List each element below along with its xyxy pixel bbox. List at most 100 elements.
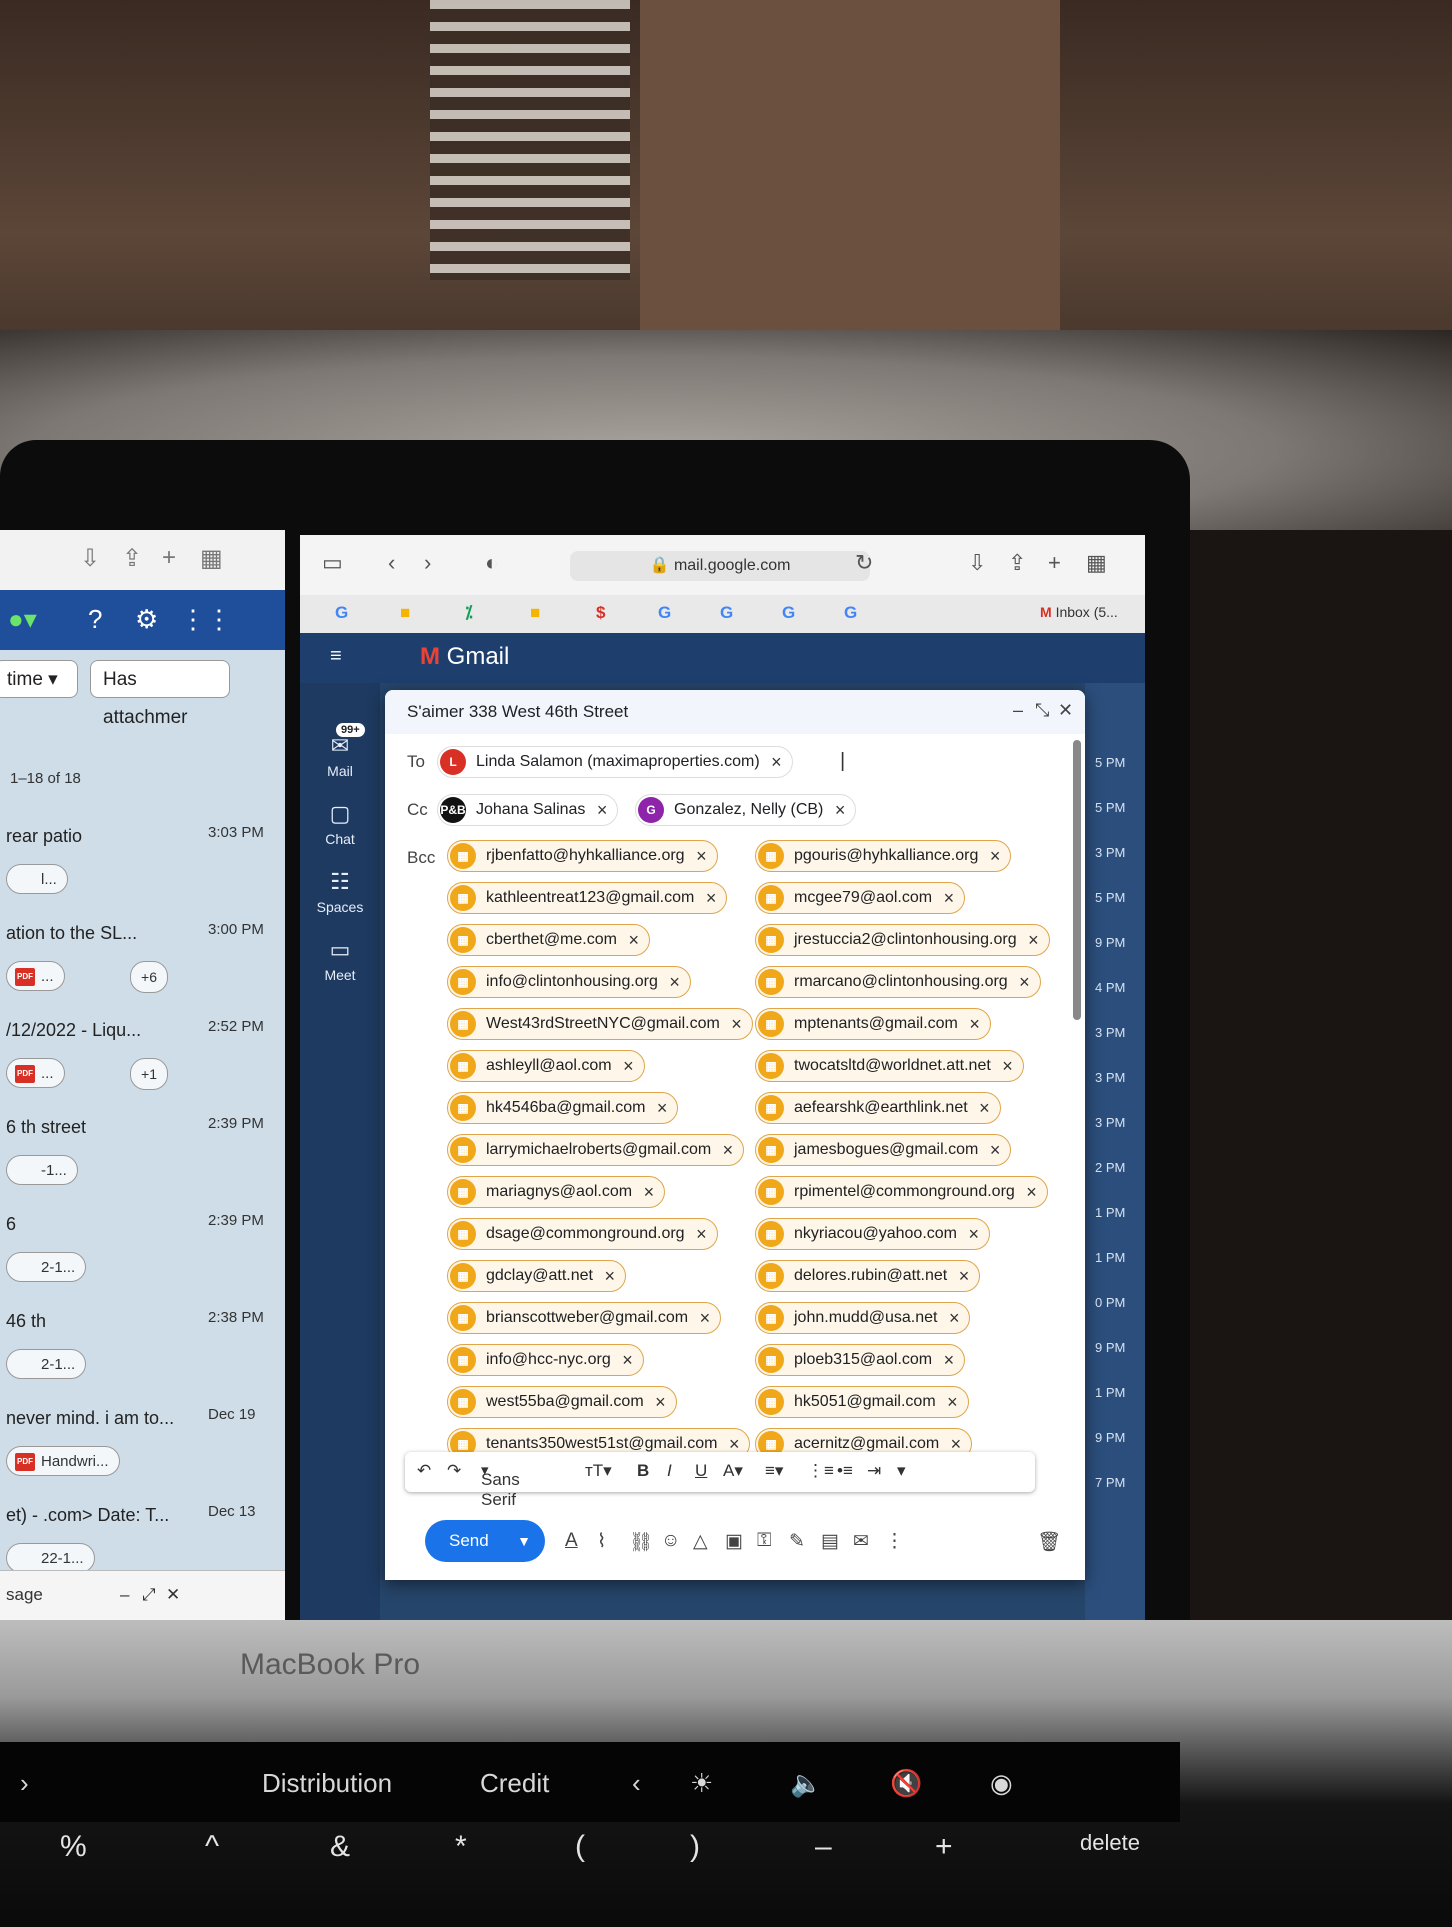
- keyboard-key[interactable]: delete: [1080, 1830, 1140, 1856]
- bookmark-tab-icon[interactable]: ⁒: [465, 603, 473, 623]
- redo-icon[interactable]: ↷: [447, 1461, 461, 1481]
- forward-icon[interactable]: ›: [424, 550, 431, 576]
- bulleted-list-icon[interactable]: •≡: [837, 1461, 853, 1481]
- remove-recipient-icon[interactable]: ×: [949, 1303, 960, 1333]
- recipient-chip[interactable]: ▦ mariagnys@aol.com ×: [447, 1176, 666, 1208]
- siri-icon[interactable]: ◉: [990, 1768, 1013, 1799]
- close-icon[interactable]: ✕: [166, 1585, 180, 1605]
- remove-recipient-icon[interactable]: ×: [969, 1009, 980, 1039]
- formatting-toggle-icon[interactable]: A: [565, 1530, 578, 1552]
- keyboard-key[interactable]: %: [60, 1830, 87, 1864]
- italic-icon[interactable]: I: [667, 1461, 672, 1481]
- sidebar-icon[interactable]: ▭: [322, 550, 343, 576]
- settings-icon[interactable]: ⚙: [135, 604, 158, 635]
- recipient-chip[interactable]: ▦ rpimentel@commonground.org ×: [755, 1176, 1048, 1208]
- remove-recipient-icon[interactable]: ×: [696, 1219, 707, 1249]
- attachment-pill[interactable]: PDF...: [6, 1058, 65, 1088]
- recipient-chip[interactable]: ▦ john.mudd@usa.net ×: [755, 1302, 971, 1334]
- font-size-icon[interactable]: тT▾: [585, 1461, 612, 1481]
- rail-chat[interactable]: ▢ Chat: [308, 801, 372, 847]
- download-icon[interactable]: ⇩: [80, 544, 100, 573]
- recipient-chip[interactable]: P&B Johana Salinas ×: [437, 794, 619, 826]
- remove-recipient-icon[interactable]: ×: [771, 747, 782, 777]
- remove-recipient-icon[interactable]: ×: [944, 883, 955, 913]
- remove-recipient-icon[interactable]: ×: [597, 795, 608, 825]
- download-icon[interactable]: ⇩: [968, 550, 986, 576]
- remove-recipient-icon[interactable]: ×: [623, 1051, 634, 1081]
- exit-fullscreen-icon[interactable]: ⤡: [1035, 700, 1049, 721]
- folder-tab-icon[interactable]: ■: [400, 603, 410, 623]
- remove-recipient-icon[interactable]: ×: [959, 1261, 970, 1291]
- remove-recipient-icon[interactable]: ×: [644, 1177, 655, 1207]
- remove-recipient-icon[interactable]: ×: [655, 1387, 666, 1417]
- emoji-icon[interactable]: ☺: [661, 1530, 680, 1552]
- compose-scrollbar[interactable]: [1073, 740, 1081, 1020]
- recipient-chip[interactable]: ▦ hk5051@gmail.com ×: [755, 1386, 969, 1418]
- google-tab-icon[interactable]: G: [335, 603, 348, 623]
- remove-recipient-icon[interactable]: ×: [657, 1093, 668, 1123]
- list-item[interactable]: rear patio 3:03 PM l...: [0, 820, 285, 916]
- rail-meet[interactable]: ▭ Meet: [308, 937, 372, 983]
- schedule-mail-icon[interactable]: ✉: [853, 1530, 869, 1553]
- status-dot-icon[interactable]: ●▾: [8, 604, 37, 635]
- underline-icon[interactable]: U: [695, 1461, 707, 1481]
- recipient-chip[interactable]: ▦ jrestuccia2@clintonhousing.org ×: [755, 924, 1050, 956]
- minimize-icon[interactable]: –: [120, 1585, 129, 1605]
- recipient-chip[interactable]: ▦ twocatsltd@worldnet.att.net ×: [755, 1050, 1024, 1082]
- recipient-chip[interactable]: ▦ ashleyll@aol.com ×: [447, 1050, 645, 1082]
- keyboard-key[interactable]: *: [455, 1830, 467, 1864]
- recipient-chip[interactable]: ▦ aefearshk@earthlink.net ×: [755, 1092, 1001, 1124]
- recipient-chip[interactable]: ▦ pgouris@hyhkalliance.org ×: [755, 840, 1012, 872]
- recipient-chip[interactable]: ▦ West43rdStreetNYC@gmail.com ×: [447, 1008, 753, 1040]
- keyboard-key[interactable]: ^: [205, 1830, 219, 1864]
- align-icon[interactable]: ≡▾: [765, 1461, 783, 1481]
- recipient-chip[interactable]: G Gonzalez, Nelly (CB) ×: [635, 794, 857, 826]
- volume-icon[interactable]: 🔈: [790, 1768, 822, 1799]
- touchbar-forward-icon[interactable]: ›: [20, 1768, 29, 1799]
- apps-grid-icon[interactable]: ⋮⋮: [180, 604, 232, 635]
- remove-recipient-icon[interactable]: ×: [723, 1135, 734, 1165]
- dollar-tab-icon[interactable]: $: [596, 603, 605, 623]
- recipient-chip[interactable]: ▦ cberthet@me.com ×: [447, 924, 650, 956]
- remove-recipient-icon[interactable]: ×: [731, 1009, 742, 1039]
- indent-icon[interactable]: ⇥: [867, 1461, 881, 1481]
- text-color-icon[interactable]: A▾: [723, 1461, 743, 1481]
- recipient-chip[interactable]: ▦ delores.rubin@att.net ×: [755, 1260, 981, 1292]
- numbered-list-icon[interactable]: ⋮≡: [807, 1461, 834, 1481]
- trash-icon[interactable]: 🗑: [1037, 1530, 1061, 1554]
- list-item[interactable]: ation to the SL... 3:00 PM PDF... +6: [0, 917, 285, 1013]
- more-attachments-badge[interactable]: +1: [130, 1058, 168, 1090]
- share-icon[interactable]: ⇪: [1008, 550, 1026, 576]
- remove-recipient-icon[interactable]: ×: [1026, 1177, 1037, 1207]
- recipient-chip[interactable]: ▦ west55ba@gmail.com ×: [447, 1386, 677, 1418]
- address-bar[interactable]: 🔒 mail.google.com: [570, 551, 870, 581]
- link-icon[interactable]: ⛓: [629, 1530, 653, 1554]
- minimize-icon[interactable]: –: [1013, 700, 1023, 721]
- recipient-chip[interactable]: ▦ ploeb315@aol.com ×: [755, 1344, 966, 1376]
- recipient-chip[interactable]: ▦ rmarcano@clintonhousing.org ×: [755, 966, 1041, 998]
- filter-time-chip[interactable]: time ▾: [0, 660, 78, 698]
- keyboard-key[interactable]: &: [330, 1830, 350, 1864]
- recipient-chip[interactable]: ▦ dsage@commonground.org ×: [447, 1218, 718, 1250]
- keyboard-key[interactable]: +: [935, 1830, 953, 1864]
- back-icon[interactable]: ‹: [388, 550, 395, 576]
- signature-pen-icon[interactable]: ✎: [789, 1530, 805, 1553]
- keyboard-key[interactable]: ): [690, 1830, 700, 1864]
- remove-recipient-icon[interactable]: ×: [1019, 967, 1030, 997]
- recipient-chip[interactable]: ▦ larrymichaelroberts@gmail.com ×: [447, 1134, 745, 1166]
- recipient-chip[interactable]: ▦ mptenants@gmail.com ×: [755, 1008, 991, 1040]
- attachment-pill[interactable]: 22-1...: [6, 1543, 95, 1573]
- new-tab-icon[interactable]: +: [1048, 550, 1061, 576]
- recipient-chip[interactable]: ▦ mcgee79@aol.com ×: [755, 882, 966, 914]
- remove-recipient-icon[interactable]: ×: [700, 1303, 711, 1333]
- attachment-pill[interactable]: -1...: [6, 1155, 78, 1185]
- remove-recipient-icon[interactable]: ×: [1028, 925, 1039, 955]
- touchbar-collapse-icon[interactable]: ‹: [632, 1768, 641, 1799]
- filter-attachment-chip[interactable]: Has attachmer: [90, 660, 230, 728]
- remove-recipient-icon[interactable]: ×: [979, 1093, 990, 1123]
- expand-icon[interactable]: ⤢: [142, 1585, 156, 1605]
- attachment-pill[interactable]: 2-1...: [6, 1252, 87, 1282]
- keyboard-key[interactable]: –: [815, 1830, 832, 1864]
- confidential-lock-icon[interactable]: ⚿: [757, 1530, 771, 1552]
- list-item[interactable]: /12/2022 - Liqu... 2:52 PM PDF... +1: [0, 1014, 285, 1110]
